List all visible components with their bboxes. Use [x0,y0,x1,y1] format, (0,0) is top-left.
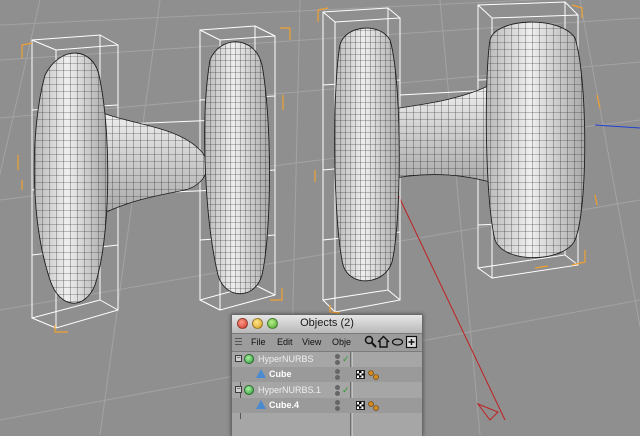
menu-edit[interactable]: Edit [277,337,293,347]
menu-view[interactable]: View [302,337,321,347]
hypernurbs-icon [244,385,254,395]
render-visibility-dot[interactable] [335,406,340,411]
texture-tag-icon[interactable] [356,401,365,410]
collapse-toggle-icon[interactable]: − [235,386,242,393]
render-visibility-dot[interactable] [335,375,340,380]
object-name[interactable]: Cube.4 [269,400,299,410]
object-name[interactable]: Cube [269,369,292,379]
texture-tag-icon[interactable] [356,370,365,379]
menu-bar: File Edit View Obje [232,334,422,352]
tree-row[interactable]: − HyperNURBS.1 ✓ [232,383,422,398]
editor-visibility-dot[interactable] [335,369,340,374]
cube-icon [256,369,266,378]
menu-objects[interactable]: Obje [332,337,352,347]
cube-icon [256,400,266,409]
menu-file[interactable]: File [251,337,266,347]
editor-visibility-dot[interactable] [335,400,340,405]
editor-visibility-dot[interactable] [335,385,340,390]
hypernurbs-object-left[interactable] [17,25,291,333]
eye-icon[interactable] [391,335,404,349]
enabled-check-icon[interactable]: ✓ [342,386,350,395]
collapse-toggle-icon[interactable]: − [235,355,242,362]
window-titlebar[interactable]: Objects (2) [232,315,422,334]
editor-visibility-dot[interactable] [335,354,340,359]
enabled-check-icon[interactable]: ✓ [342,355,350,364]
hypernurbs-object-right[interactable] [314,1,601,314]
object-name[interactable]: HyperNURBS [258,354,314,364]
tree-row[interactable]: − HyperNURBS ✓ [232,352,422,367]
home-icon[interactable] [377,335,390,349]
object-tree[interactable]: − HyperNURBS ✓ Cube − HyperNURBS.1 ✓ Cub… [232,352,422,436]
render-visibility-dot[interactable] [335,391,340,396]
phong-tag-icon[interactable] [368,401,380,411]
tree-row[interactable]: Cube.4 [232,398,422,413]
drag-grip-icon[interactable] [235,338,242,347]
search-icon[interactable] [364,335,377,349]
render-visibility-dot[interactable] [335,360,340,365]
window-title: Objects (2) [300,317,354,329]
new-window-icon[interactable] [405,335,418,349]
objects-manager-window[interactable]: Objects (2) File Edit View Obje − HyperN… [231,314,423,436]
phong-tag-icon[interactable] [368,370,380,380]
hypernurbs-icon [244,354,254,364]
tree-row[interactable]: Cube [232,367,422,382]
object-name[interactable]: HyperNURBS.1 [258,385,321,395]
